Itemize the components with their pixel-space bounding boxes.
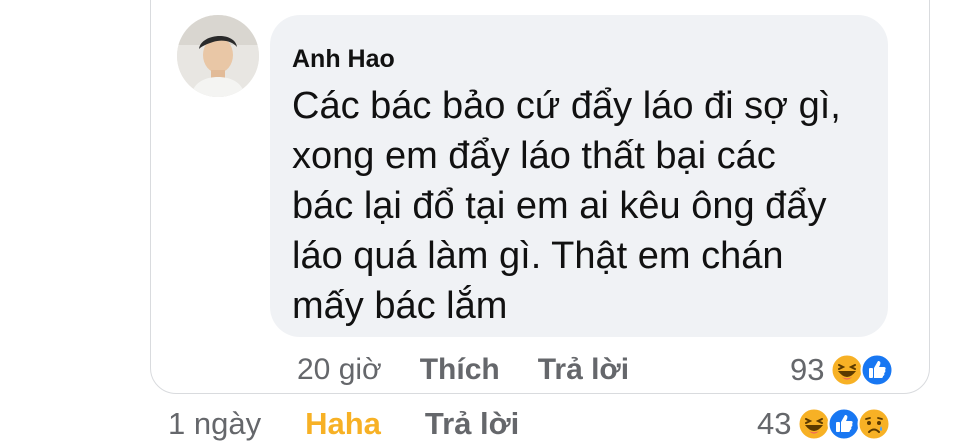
comment-reactions[interactable]: 93 [790, 350, 894, 390]
comment-text-line: bác lại đổ tại em ai kêu ông đẩy [292, 185, 827, 227]
comment-bubble: Anh Hao Các bác bảo cứ đẩy láo đi sợ gì,… [270, 15, 888, 337]
like-button[interactable]: Thích [420, 353, 500, 387]
post-reaction-count: 43 [757, 406, 792, 441]
haha-icon [797, 407, 831, 441]
comment-text: Các bác bảo cứ đẩy láo đi sợ gì, xong em… [292, 81, 872, 331]
comment-text-line: láo quá làm gì. Thật em chán [292, 235, 784, 277]
sad-icon [857, 407, 891, 441]
reaction-count: 93 [790, 352, 825, 387]
like-icon [860, 353, 894, 387]
reply-button[interactable]: Trả lời [538, 353, 629, 387]
comment-text-line: Các bác bảo cứ đẩy láo đi sợ gì, [292, 85, 841, 127]
comment-text-line: mấy bác lắm [292, 285, 508, 327]
post-timestamp[interactable]: 1 ngày [168, 406, 261, 442]
post-actions: 1 ngày Haha Trả lời [168, 404, 563, 444]
comment-timestamp[interactable]: 20 giờ [297, 353, 382, 387]
post-reply-button[interactable]: Trả lời [425, 406, 519, 442]
comment-actions: 20 giờ Thích Trả lời [297, 350, 667, 390]
post-reactions[interactable]: 43 [757, 404, 891, 444]
comment-author[interactable]: Anh Hao [292, 45, 395, 74]
comment-text-line: xong em đẩy láo thất bại các [292, 135, 776, 177]
like-icon [827, 407, 861, 441]
haha-icon [830, 353, 864, 387]
avatar-photo [177, 15, 259, 97]
avatar[interactable] [177, 15, 259, 97]
haha-reaction-button[interactable]: Haha [305, 406, 381, 442]
